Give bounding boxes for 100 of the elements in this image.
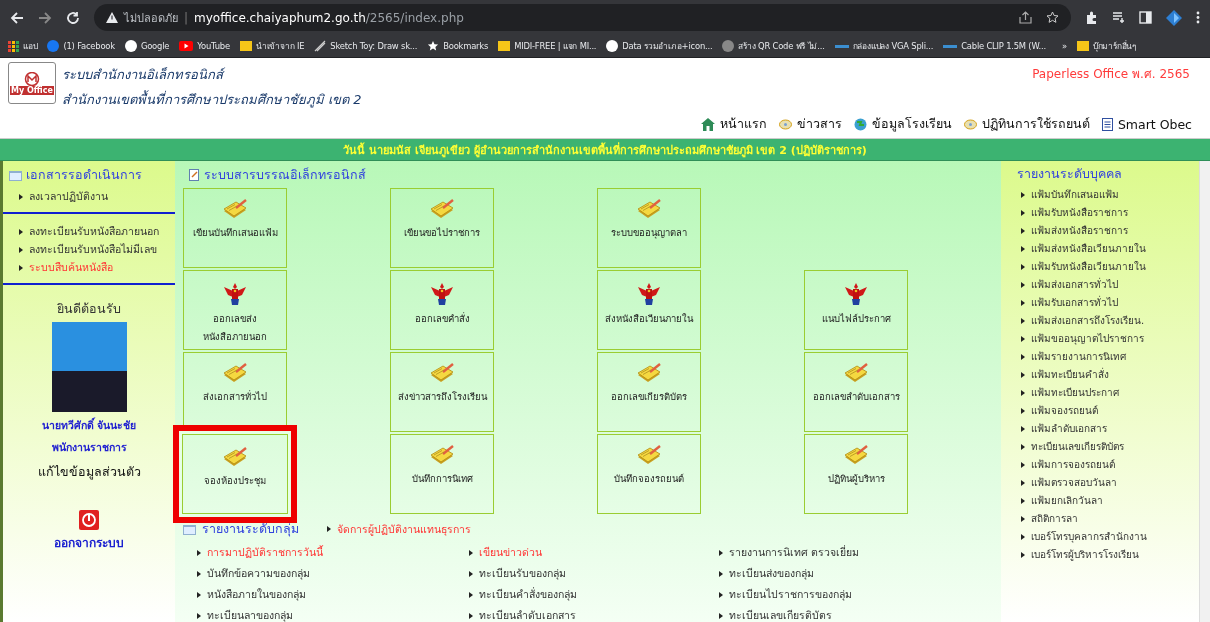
menu-link[interactable]: ลงทะเบียนรับหนังสือไม่มีเลข	[29, 242, 157, 257]
menu-link[interactable]: แฟ้มลำดับเอกสาร	[1031, 421, 1107, 436]
menu-link[interactable]: แฟ้มตรวจสอบวันลา	[1031, 475, 1117, 490]
bullet-icon	[19, 246, 23, 253]
menu-link[interactable]: ลงเวลาปฏิบัติงาน	[29, 189, 108, 204]
menu-tile[interactable]: ออกเลขเกียรติบัตร	[597, 352, 701, 432]
menu-link[interactable]: แฟ้มทะเบียนคำสั่ง	[1031, 367, 1109, 382]
menu-link[interactable]: แฟ้มส่งหนังสือเวียนภายใน	[1031, 241, 1146, 256]
menu-link[interactable]: สถิติการลา	[1031, 511, 1078, 526]
back-icon[interactable]	[10, 10, 24, 25]
menu-link[interactable]: ทะเบียนลาของกลุ่ม	[207, 608, 293, 622]
bookmark-item[interactable]: (1) Facebook	[47, 40, 115, 52]
menu-link[interactable]: แฟ้มการจองรถยนต์	[1031, 457, 1115, 472]
menu-tile[interactable]: ออกเลขส่ง หนังสือภายนอก	[183, 270, 287, 350]
menu-tile[interactable]: จองห้องประชุม	[173, 425, 297, 523]
menu-link[interactable]: แฟ้มทะเบียนประกาศ	[1031, 385, 1119, 400]
sidebar-icon[interactable]	[1139, 11, 1152, 24]
menu-link[interactable]: ทะเบียนเลขเกียรติบัตร	[729, 608, 832, 622]
nav-link[interactable]: ข้อมูลโรงเรียน	[853, 114, 952, 134]
menu-link[interactable]: แฟ้มบันทึกเสนอแฟ้ม	[1031, 187, 1119, 202]
menu-link[interactable]: เบอร์โทรผู้บริหารโรงเรียน	[1031, 547, 1139, 562]
diamond-icon[interactable]	[1166, 9, 1182, 26]
menu-link[interactable]: หนังสือภายในของกลุ่ม	[207, 587, 306, 602]
site-logo-icon	[722, 40, 735, 52]
puzzle-icon[interactable]	[1085, 11, 1098, 24]
nav-link[interactable]: ข่าวสาร	[778, 114, 842, 134]
nav-link[interactable]: ปฏิทินการใช้รถยนต์	[963, 114, 1090, 134]
bullet-icon	[19, 193, 23, 200]
playlist-icon[interactable]	[1112, 11, 1125, 24]
power-icon[interactable]	[79, 510, 99, 530]
bullet-icon	[1021, 191, 1025, 198]
menu-tile[interactable]: เขียนบันทึกเสนอแฟ้ม	[183, 188, 287, 268]
menu-tile[interactable]: บันทึกการนิเทศ	[390, 434, 494, 514]
edit-profile-link[interactable]: แก้ไขข้อมูลส่วนตัว	[37, 462, 141, 482]
address-bar[interactable]: ไม่ปลอดภัย | myoffice.chaiyaphum2.go.th/2565/index.php	[94, 4, 1071, 31]
menu-tile[interactable]: ปฏิทินผู้บริหาร	[804, 434, 908, 514]
menu-link[interactable]: แฟ้มรับหนังสือราชการ	[1031, 205, 1128, 220]
bullet-icon	[469, 549, 473, 556]
menu-tile[interactable]: แนบไฟล์ประกาศ	[804, 270, 908, 350]
bullet-icon	[469, 612, 473, 619]
menu-link[interactable]: แฟ้มรับหนังสือเวียนภายใน	[1031, 259, 1146, 274]
bookmark-item[interactable]: Sketch Toy: Draw sk...	[314, 40, 418, 52]
bullet-icon	[1021, 227, 1025, 234]
menu-link[interactable]: การมาปฏิบัติราชการวันนี้	[207, 545, 323, 560]
menu-link[interactable]: ลงทะเบียนรับหนังสือภายนอก	[29, 224, 159, 239]
notepad-icon	[222, 363, 248, 385]
bookmark-item[interactable]: MIDI-FREE | แจก MI...	[498, 39, 597, 53]
notepad-icon	[429, 363, 455, 385]
notepad-icon	[429, 445, 455, 467]
nav-link[interactable]: หน้าแรก	[700, 114, 767, 134]
bookmark-folder[interactable]: บุ๊กมาร์กอื่นๆ	[1076, 39, 1137, 53]
share-icon[interactable]	[1019, 11, 1032, 24]
menu-link[interactable]: ทะเบียนไปราชการของกลุ่ม	[729, 587, 852, 602]
kebab-menu-icon[interactable]	[1196, 11, 1200, 24]
bookmark-item[interactable]: สร้าง QR Code ฟรี ไม่...	[722, 39, 825, 53]
menu-link[interactable]: เขียนข่าวด่วน	[479, 545, 542, 560]
more-bookmarks-button[interactable]: »	[1061, 41, 1067, 51]
menu-link[interactable]: ทะเบียนเลขเกียรติบัตร	[1031, 439, 1124, 454]
menu-link[interactable]: แฟ้มรับเอกสารทั่วไป	[1031, 295, 1118, 310]
bookmark-item[interactable]: Data รวมอำเภอ+icon...	[606, 39, 713, 53]
scrollbar[interactable]	[1199, 161, 1210, 622]
menu-tile[interactable]: เขียนขอไปราชการ	[390, 188, 494, 268]
bookmark-item[interactable]: แอป	[8, 39, 38, 53]
bookmark-item[interactable]: Google	[124, 40, 170, 52]
menu-link[interactable]: แฟ้มยกเลิกวันลา	[1031, 493, 1103, 508]
menu-link[interactable]: แฟ้มขออนุญาตไปราชการ	[1031, 331, 1144, 346]
menu-link[interactable]: จัดการผู้ปฏิบัติงานแทนธุรการ	[337, 520, 471, 538]
nav-link[interactable]: Smart Obec	[1101, 114, 1192, 134]
bullet-icon	[1021, 263, 1025, 270]
menu-link[interactable]: ทะเบียนคำสั่งของกลุ่ม	[479, 587, 577, 602]
menu-tile[interactable]: บันทึกจองรถยนต์	[597, 434, 701, 514]
bookmark-item[interactable]: Cable CLIP 1.5M (W...	[943, 41, 1046, 51]
globe-icon	[853, 117, 867, 131]
menu-tile[interactable]: ระบบขออนุญาตลา	[597, 188, 701, 268]
forward-icon[interactable]	[38, 10, 52, 25]
menu-tile[interactable]: ออกเลขลำดับเอกสาร	[804, 352, 908, 432]
menu-link[interactable]: แฟ้มส่งเอกสารทั่วไป	[1031, 277, 1118, 292]
logout-link[interactable]: ออกจากระบบ	[54, 533, 124, 552]
reload-icon[interactable]	[66, 10, 80, 25]
menu-link[interactable]: แฟ้มจองรถยนต์	[1031, 403, 1098, 418]
menu-link[interactable]: รายงานการนิเทศ ตรวจเยี่ยม	[729, 545, 860, 560]
menu-link[interactable]: ทะเบียนส่งของกลุ่ม	[729, 566, 814, 581]
menu-tile[interactable]: ส่งหนังสือเวียนภายใน	[597, 270, 701, 350]
bookmark-item[interactable]: Bookmarks	[427, 40, 489, 52]
menu-link[interactable]: บันทึกข้อความของกลุ่ม	[207, 566, 310, 581]
star-icon[interactable]	[1046, 11, 1059, 24]
menu-link[interactable]: เบอร์โทรบุคลากรสำนักงาน	[1031, 529, 1147, 544]
menu-link[interactable]: ทะเบียนรับของกลุ่ม	[479, 566, 566, 581]
menu-link[interactable]: แฟ้มรายงานการนิเทศ	[1031, 349, 1126, 364]
menu-tile[interactable]: ออกเลขคำสั่ง	[390, 270, 494, 350]
bookmark-item[interactable]: กล่องแปลง VGA Spli...	[834, 39, 934, 53]
menu-tile[interactable]: ส่งข่าวสารถึงโรงเรียน	[390, 352, 494, 432]
menu-link[interactable]: แฟ้มส่งหนังสือราชการ	[1031, 223, 1128, 238]
notepad-icon	[222, 447, 248, 469]
section-heading: ระบบสารบรรณอิเล็กทรอนิกส์	[204, 166, 366, 184]
bookmark-item[interactable]: YouTube	[179, 41, 230, 51]
separator: |	[184, 10, 189, 25]
bookmark-item[interactable]: นำเข้าจาก IE	[239, 39, 305, 53]
menu-link[interactable]: แฟ้มส่งเอกสารถึงโรงเรียน.	[1031, 313, 1145, 328]
menu-link[interactable]: ทะเบียนลำดับเอกสาร	[479, 608, 576, 622]
